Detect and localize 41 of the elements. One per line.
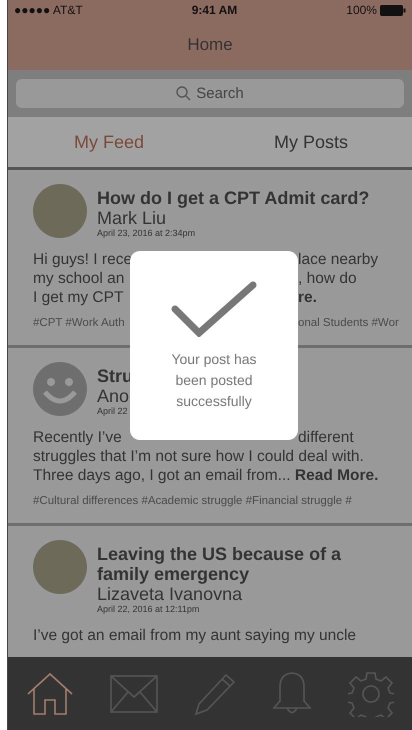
- author-name: Mark Liu: [97, 208, 168, 228]
- avatar-photo-placeholder: [33, 184, 87, 238]
- success-message: Your post has been posted successfully: [170, 350, 258, 411]
- post-text: Hi guys! I rece: [33, 250, 130, 269]
- post-title: family emergency: [97, 564, 250, 584]
- carrier-text: ●●●●● AT&T: [14, 3, 83, 17]
- pencil-icon[interactable]: [194, 672, 236, 716]
- mail-icon[interactable]: [110, 674, 158, 712]
- post-title: Leaving the US because of a: [97, 544, 342, 564]
- battery-text: 100%: [346, 3, 377, 17]
- post-text: lace nearby: [298, 250, 380, 269]
- post-date: April 23, 2016 at 2:34pm: [97, 228, 196, 238]
- tags-text: #Cultural differences #Academic struggle #Financial struggle #: [33, 495, 353, 507]
- post-text: Recently I’ve: [33, 428, 123, 447]
- post-date: April 22, 2016 at 12:11pm: [97, 604, 200, 614]
- post-text: re.: [298, 288, 318, 307]
- page-title: Home: [187, 35, 233, 55]
- checkmark-icon: [171, 281, 257, 337]
- settings-icon[interactable]: [348, 670, 394, 716]
- post-text: Three days ago, I got an email from... Read More.: [33, 466, 380, 485]
- post-text: my school an: [33, 269, 126, 288]
- post-text: I get my CPT: [33, 288, 124, 307]
- feed-tab[interactable]: My Posts: [210, 117, 412, 167]
- post-text: I’ve got an email from my aunt saying my uncle: [33, 626, 358, 645]
- tags-text: #CPT #Work Auth: [33, 317, 126, 329]
- search-field[interactable]: Search: [16, 79, 404, 108]
- author-name: Ano: [97, 386, 130, 406]
- home-icon[interactable]: [26, 672, 74, 716]
- search-icon: [176, 86, 191, 101]
- post-text: different: [298, 428, 355, 447]
- post-text: , how do: [298, 269, 358, 288]
- tags-text: onal Students #Wor: [298, 317, 400, 329]
- smiley-face-icon: [33, 362, 87, 416]
- post-date: April 22: [97, 406, 129, 416]
- battery-icon: [380, 4, 406, 16]
- feed-tab[interactable]: My Feed: [8, 117, 210, 167]
- author-name: Lizaveta Ivanovna: [97, 584, 244, 604]
- post-text: struggles that I’m not sure how I could deal with.: [33, 447, 365, 466]
- clock-text: 9:41 AM: [192, 3, 238, 17]
- post-title: How do I get a CPT Admit card?: [97, 188, 370, 208]
- avatar-photo-placeholder: [33, 540, 87, 594]
